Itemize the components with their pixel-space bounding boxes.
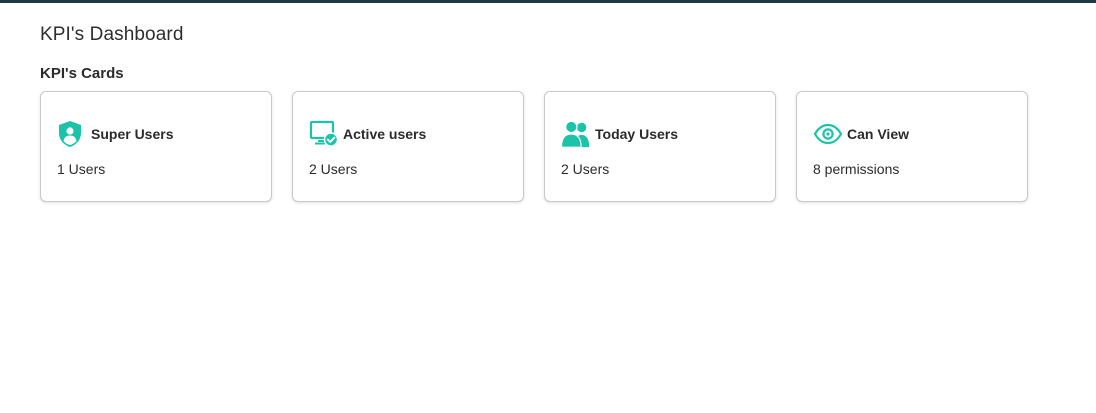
card-title: Active users: [343, 126, 427, 142]
monitor-check-icon: [309, 120, 339, 148]
page-title: KPI's Dashboard: [40, 24, 184, 45]
users-icon: [561, 120, 591, 148]
card-title: Super Users: [91, 126, 174, 142]
top-accent-bar: [0, 0, 1096, 3]
section-title: KPI's Cards: [40, 65, 124, 82]
card-value: 2 Users: [561, 161, 610, 177]
card-value: 8 permissions: [813, 161, 900, 177]
card-value: 1 Users: [57, 161, 106, 177]
eye-icon: [813, 120, 843, 148]
card-header: Active users: [309, 120, 507, 148]
dashboard-page: KPI's Dashboard KPI's Cards Super Users …: [40, 22, 1056, 202]
card-header: Super Users: [57, 120, 255, 148]
card-value: 2 Users: [309, 161, 358, 177]
shield-user-icon: [57, 120, 87, 148]
card-header: Today Users: [561, 120, 759, 148]
kpi-card-today-users[interactable]: Today Users 2 Users: [544, 91, 776, 202]
card-header: Can View: [813, 120, 1011, 148]
kpi-cards: Super Users 1 Users Active users 2 Users: [40, 91, 1056, 202]
kpi-card-super-users[interactable]: Super Users 1 Users: [40, 91, 272, 202]
card-title: Today Users: [595, 126, 678, 142]
kpi-card-can-view[interactable]: Can View 8 permissions: [796, 91, 1028, 202]
kpi-card-active-users[interactable]: Active users 2 Users: [292, 91, 524, 202]
card-title: Can View: [847, 126, 909, 142]
